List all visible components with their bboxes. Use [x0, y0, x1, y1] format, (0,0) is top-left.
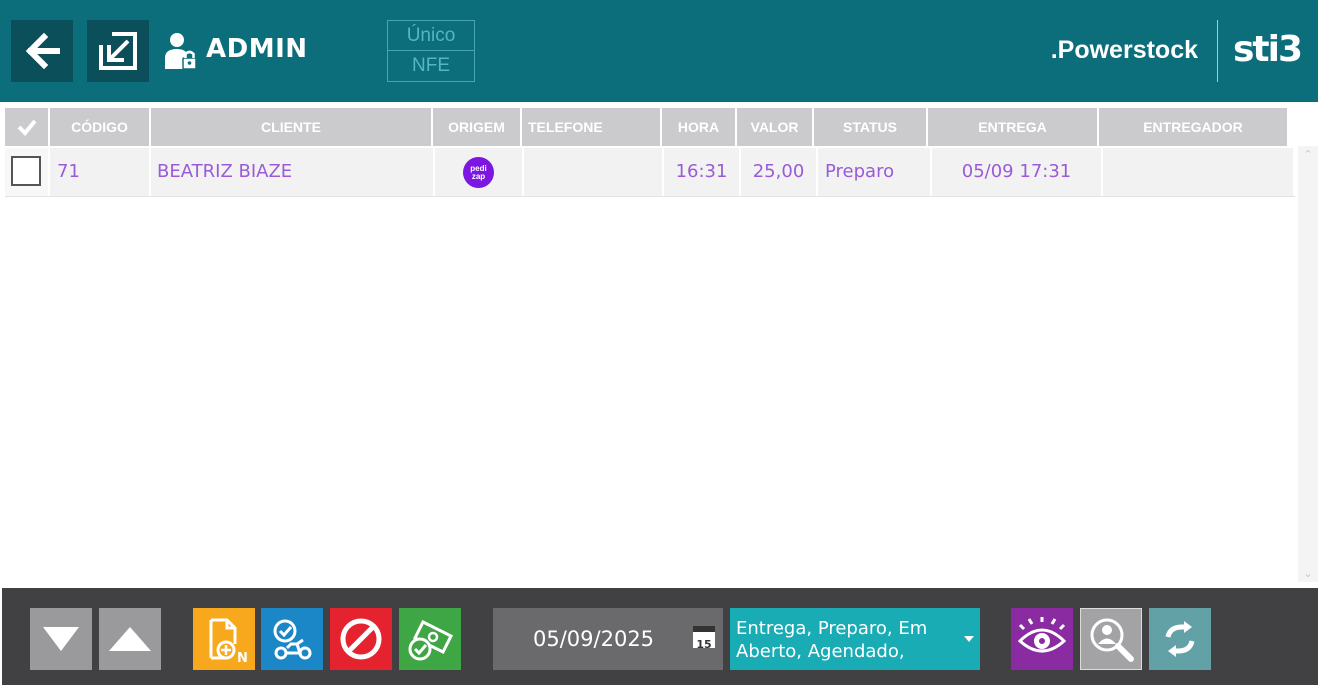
- status-filter-dropdown[interactable]: Entrega, Preparo, Em Aberto, Agendado,: [730, 608, 980, 670]
- top-bar: ADMIN Único NFE .Powerstock sti3: [0, 0, 1318, 102]
- mode-option-unico[interactable]: Único: [388, 21, 474, 51]
- svg-text:N: N: [237, 651, 248, 664]
- pedizap-logo-icon: pedi zap: [463, 157, 494, 188]
- origin-label: pedi zap: [470, 163, 487, 181]
- payment-button[interactable]: [399, 608, 461, 670]
- triangle-up-icon: [109, 627, 151, 651]
- cell-status: Preparo: [818, 148, 930, 196]
- refresh-button[interactable]: [1149, 608, 1211, 670]
- status-filter-value: Entrega, Preparo, Em Aberto, Agendado,: [736, 618, 928, 662]
- column-header-cliente[interactable]: CLIENTE: [151, 108, 431, 146]
- triangle-down-icon: [43, 627, 79, 651]
- column-header-status[interactable]: STATUS: [814, 108, 926, 146]
- brand-name: .Powerstock: [1050, 36, 1198, 64]
- eye-icon: [1017, 617, 1067, 653]
- cancel-order-button[interactable]: [330, 608, 392, 670]
- table-row[interactable]: 71 BEATRIZ BIAZE pedi zap 16:31 25,00 Pr…: [5, 148, 1295, 197]
- delivery-motorcycle-icon: [273, 619, 312, 660]
- checkmark-icon: [17, 119, 37, 136]
- date-value: 05/09/2025: [533, 627, 655, 651]
- column-header-valor[interactable]: VALOR: [737, 108, 812, 146]
- dispatch-delivery-button[interactable]: [261, 608, 323, 670]
- move-up-button[interactable]: [99, 608, 161, 670]
- cell-codigo: 71: [50, 148, 149, 196]
- column-header-hora[interactable]: HORA: [662, 108, 735, 146]
- vertical-scrollbar[interactable]: ⌃ ⌄: [1298, 146, 1318, 582]
- cell-cliente: BEATRIZ BIAZE: [151, 148, 433, 196]
- bottom-toolbar: N 05/09/2025 15 Entrega, Preparo, Em Abe…: [2, 588, 1318, 685]
- column-header-origem[interactable]: ORIGEM: [433, 108, 520, 146]
- cell-telefone: [524, 148, 662, 196]
- mode-option-nfe[interactable]: NFE: [388, 51, 474, 80]
- scroll-up-icon[interactable]: ⌃: [1298, 148, 1318, 161]
- sti3-logo: sti3: [1233, 29, 1303, 70]
- dropdown-caret-icon: [964, 636, 974, 642]
- document-mode-selector[interactable]: Único NFE: [387, 20, 475, 82]
- row-select-cell: [5, 148, 48, 196]
- cell-entrega: 05/09 17:31: [932, 148, 1101, 196]
- orders-table-header: CÓDIGO CLIENTE ORIGEM TELEFONE HORA VALO…: [5, 108, 1289, 146]
- cell-entregador: [1103, 148, 1293, 196]
- scroll-down-icon[interactable]: ⌄: [1298, 567, 1318, 580]
- minimize-button[interactable]: [87, 20, 149, 82]
- cell-origem: pedi zap: [435, 148, 522, 196]
- move-down-button[interactable]: [30, 608, 92, 670]
- cell-hora: 16:31: [664, 148, 739, 196]
- row-checkbox[interactable]: [11, 156, 41, 186]
- brand-divider: [1217, 20, 1218, 82]
- select-all-checkbox[interactable]: [5, 108, 48, 146]
- new-document-icon: N: [209, 618, 248, 664]
- user-lock-icon: [165, 33, 197, 70]
- new-order-button[interactable]: N: [193, 608, 255, 670]
- refresh-icon: [1165, 621, 1195, 657]
- column-header-entrega[interactable]: ENTREGA: [928, 108, 1097, 146]
- column-header-telefone[interactable]: TELEFONE: [522, 108, 660, 146]
- user-search-icon: [1090, 618, 1134, 662]
- column-header-codigo[interactable]: CÓDIGO: [50, 108, 149, 146]
- arrow-left-icon: [25, 32, 60, 70]
- column-header-entregador[interactable]: ENTREGADOR: [1099, 108, 1287, 146]
- calendar-icon[interactable]: 15: [693, 626, 715, 651]
- back-button[interactable]: [11, 20, 73, 82]
- cell-valor: 25,00: [741, 148, 816, 196]
- date-filter-input[interactable]: 05/09/2025 15: [493, 608, 723, 670]
- money-check-icon: [408, 619, 454, 661]
- prohibited-icon: [340, 618, 382, 660]
- arrow-down-left-box-icon: [99, 32, 137, 70]
- user-name: ADMIN: [206, 34, 308, 64]
- search-customer-button[interactable]: [1080, 608, 1142, 670]
- view-order-button[interactable]: [1011, 608, 1073, 670]
